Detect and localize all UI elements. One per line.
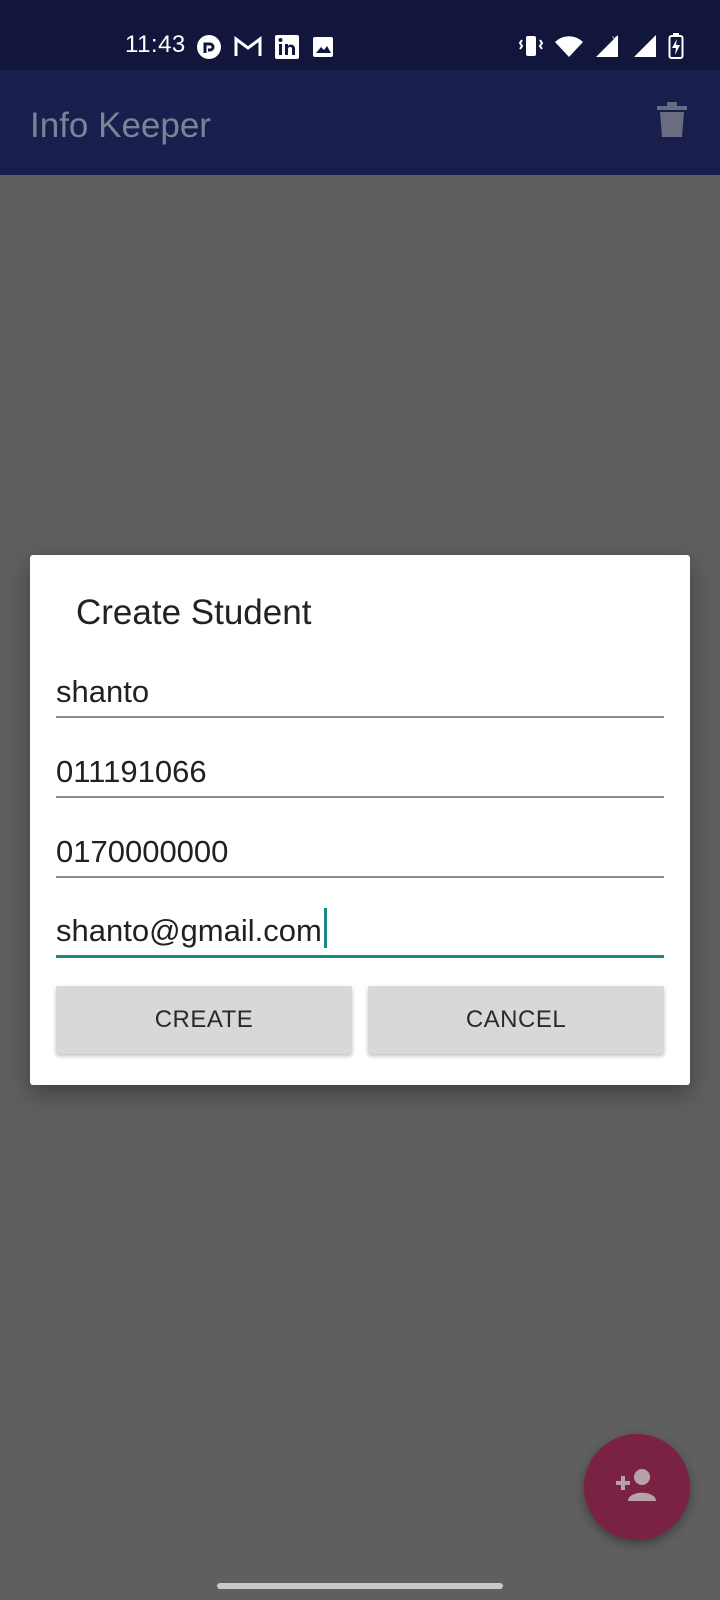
- phone-field-value: 0170000000: [56, 834, 229, 869]
- email-field-wrapper: shanto@gmail.com: [56, 908, 327, 949]
- dialog-title: Create Student: [76, 593, 312, 632]
- gallery-icon: [312, 36, 334, 63]
- gesture-bar[interactable]: [217, 1583, 503, 1589]
- app-bar: Info Keeper: [0, 70, 720, 175]
- status-time: 11:43: [125, 31, 186, 58]
- signal-icon: x: [594, 33, 622, 64]
- email-field-value: shanto@gmail.com: [56, 913, 322, 948]
- phone-field[interactable]: 0170000000: [56, 828, 664, 878]
- status-bar: 11:43 x: [0, 0, 720, 70]
- signal-icon-2: [632, 34, 658, 63]
- text-cursor: [323, 908, 327, 948]
- name-field-value: shanto: [56, 674, 150, 709]
- cancel-button[interactable]: CANCEL: [368, 986, 664, 1054]
- wifi-icon: [554, 34, 584, 63]
- svg-text:x: x: [612, 34, 617, 45]
- reddit-icon: [196, 34, 222, 65]
- id-field[interactable]: 011191066: [56, 748, 664, 798]
- id-field-value: 011191066: [56, 754, 207, 789]
- add-person-icon: [614, 1468, 660, 1507]
- trash-icon: [657, 101, 687, 143]
- linkedin-icon: [274, 34, 300, 65]
- delete-button[interactable]: [650, 100, 694, 144]
- email-field[interactable]: shanto@gmail.com: [56, 908, 664, 958]
- add-student-fab[interactable]: [584, 1434, 690, 1540]
- vibrate-icon: [518, 34, 544, 63]
- create-button[interactable]: CREATE: [56, 986, 352, 1054]
- system-icons: x: [518, 33, 684, 64]
- battery-charging-icon: [668, 33, 684, 64]
- notification-icons: [196, 34, 334, 65]
- name-field[interactable]: shanto: [56, 668, 664, 718]
- app-title: Info Keeper: [30, 106, 211, 145]
- gmail-icon: [234, 36, 262, 63]
